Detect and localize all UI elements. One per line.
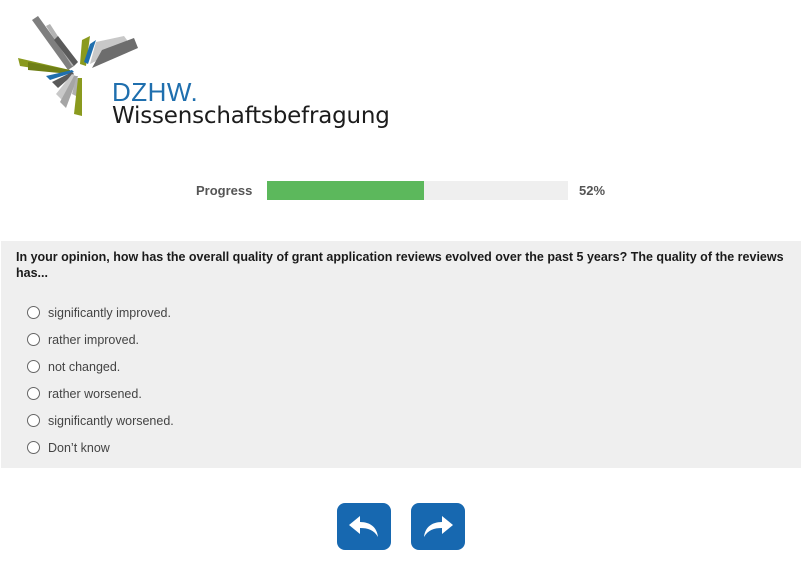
answer-option-label: significantly improved. bbox=[48, 305, 171, 320]
answer-option-label: rather improved. bbox=[48, 332, 140, 347]
answer-option[interactable]: not changed. bbox=[27, 353, 174, 380]
radio-button[interactable] bbox=[27, 360, 40, 373]
radio-button[interactable] bbox=[27, 441, 40, 454]
logo-name: Wissenschaftsbefragung bbox=[112, 103, 390, 129]
radio-button[interactable] bbox=[27, 387, 40, 400]
progress-label: Progress bbox=[196, 183, 253, 198]
answer-option-label: rather worsened. bbox=[48, 386, 142, 401]
answer-option[interactable]: rather worsened. bbox=[27, 380, 174, 407]
radio-button[interactable] bbox=[27, 333, 40, 346]
answer-option[interactable]: Don’t know bbox=[27, 434, 174, 461]
answer-option-label: significantly worsened. bbox=[48, 413, 174, 428]
progress-bar-fill bbox=[267, 181, 424, 200]
next-button[interactable] bbox=[411, 503, 465, 550]
radio-button[interactable] bbox=[27, 306, 40, 319]
dzhw-logo: DZHW. Wissenschaftsbefragung bbox=[16, 14, 390, 129]
progress-percent: 52% bbox=[579, 183, 606, 198]
progress-bar bbox=[267, 181, 568, 200]
question-text: In your opinion, how has the overall qua… bbox=[16, 250, 784, 280]
redo-arrow-icon bbox=[424, 515, 453, 537]
answer-option-label: Don’t know bbox=[48, 440, 110, 455]
survey-page: DZHW. Wissenschaftsbefragung Progress 52… bbox=[0, 0, 802, 562]
answer-option-label: not changed. bbox=[48, 359, 121, 374]
answer-option[interactable]: significantly worsened. bbox=[27, 407, 174, 434]
undo-arrow-icon bbox=[349, 515, 378, 537]
radio-button[interactable] bbox=[27, 414, 40, 427]
answer-options: significantly improved. rather improved.… bbox=[27, 299, 174, 461]
back-button[interactable] bbox=[337, 503, 391, 550]
answer-option[interactable]: rather improved. bbox=[27, 326, 174, 353]
answer-option[interactable]: significantly improved. bbox=[27, 299, 174, 326]
question-panel: In your opinion, how has the overall qua… bbox=[1, 241, 801, 468]
